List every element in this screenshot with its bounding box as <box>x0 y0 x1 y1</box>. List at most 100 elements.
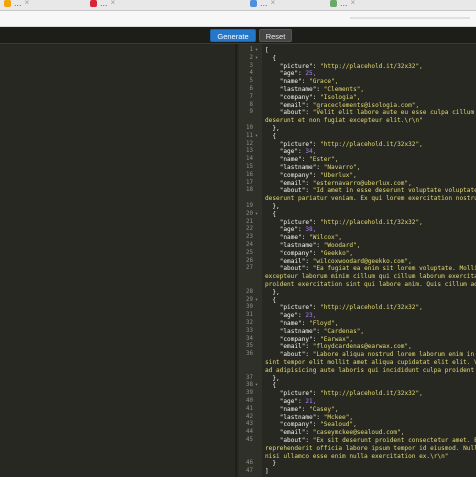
code-line: "company": "Isologia", <box>279 93 361 101</box>
tab-favicon-icon <box>4 0 11 7</box>
code-line: "picture": "http://placehold.it/32x32", <box>279 140 423 148</box>
close-icon[interactable]: × <box>271 0 276 10</box>
code-line: "about": "Id amet in esse deserunt volup… <box>279 187 476 195</box>
tab-title: ... <box>260 0 268 8</box>
code-line: "company": "Earwax", <box>279 335 354 343</box>
close-icon[interactable]: × <box>25 0 30 10</box>
line-number: 2 <box>249 54 254 61</box>
code-line: "lastname": "Cardenas", <box>279 327 365 335</box>
code-line: "about": "Labore aliqua nostrud lorem la… <box>279 351 476 359</box>
line-number: 6 <box>249 86 254 92</box>
generate-button[interactable]: Generate <box>210 29 256 42</box>
line-number: 30 <box>246 304 253 311</box>
line-number: 40 <box>246 398 253 404</box>
line-number: 9 <box>249 109 254 116</box>
code-line: "about": "Ex sit deserunt proident conse… <box>279 437 476 444</box>
line-number: 32 <box>246 320 253 326</box>
code-line: nisi ullamco esse enim nulla exercitatio… <box>265 452 449 460</box>
close-icon[interactable]: × <box>111 0 116 10</box>
line-number: 31 <box>246 312 253 319</box>
reset-button[interactable]: Reset <box>259 29 292 42</box>
line-number: 28 <box>246 288 253 295</box>
line-number: 29 <box>246 296 253 303</box>
code-line: "lastname": "Woodard", <box>279 242 361 249</box>
code-line: "age": 25, <box>279 70 317 78</box>
line-number: 41 <box>246 405 253 412</box>
fold-toggle-icon[interactable]: ▾ <box>255 382 258 390</box>
line-number: 26 <box>246 257 253 264</box>
code-line: sint tempor elit mollit amet aliqua cupi… <box>265 359 476 366</box>
code-line: ] <box>265 468 269 476</box>
code-line: }, <box>265 288 280 296</box>
browser-tab[interactable]: ... × <box>90 0 115 10</box>
code-line: "company": "Sealoud", <box>279 421 357 429</box>
line-number: 35 <box>246 343 253 350</box>
app-header: Generate Reset <box>0 27 476 44</box>
fold-toggle-icon[interactable]: ▾ <box>255 133 258 141</box>
code-line: "picture": "http://placehold.it/32x32", <box>279 304 423 312</box>
code-line: "age": 23, <box>279 312 317 320</box>
browser-tab[interactable]: ... × <box>250 0 275 10</box>
code-line: "name": "Wilcox", <box>279 234 343 242</box>
tab-title: ... <box>14 0 22 8</box>
code-line: "email": "caseymckee@sealoud.com", <box>279 429 405 437</box>
code-line: "email": "graceclements@isologia.com", <box>279 101 420 109</box>
line-number: 42 <box>246 413 253 420</box>
browser-tab-strip: ... × ... × ... × ... × <box>0 0 476 11</box>
fold-toggle-icon[interactable]: ▾ <box>255 297 258 305</box>
code-line: } <box>265 460 277 468</box>
code-line: ad adipisicing aute laboris qui incididu… <box>265 366 476 374</box>
code-line: "email": "floydcardenas@earwax.com", <box>279 343 412 351</box>
template-editor-pane[interactable] <box>0 44 237 477</box>
line-number: 22 <box>246 226 253 233</box>
tab-title: ... <box>340 0 348 8</box>
fold-toggle-icon[interactable]: ▾ <box>255 47 258 55</box>
browser-tab[interactable]: ... × <box>330 0 355 10</box>
code-line: { <box>265 210 277 218</box>
line-number: 13 <box>246 148 253 155</box>
fold-toggle-icon[interactable]: ▾ <box>255 55 258 63</box>
line-number: 21 <box>246 218 253 225</box>
line-number: 4 <box>249 70 254 77</box>
code-line: "name": "Ester", <box>279 156 339 164</box>
line-number: 24 <box>246 242 253 248</box>
line-number: 44 <box>246 429 253 436</box>
line-number: 8 <box>249 101 254 108</box>
output-editor-pane[interactable]: 1 ▾ 2 ▾ 3 4 5 6 7 8 9 10 11 ▾ 12 13 14 15 16 17 18 19 20 ▾ 21 22 2… <box>239 44 476 477</box>
code-line: "company": "Geekko", <box>279 249 354 257</box>
code-line: "picture": "http://placehold.it/32x32", <box>279 218 423 226</box>
browser-tab[interactable]: ... × <box>4 0 29 10</box>
line-number: 23 <box>246 234 253 241</box>
code-line: "picture": "http://placehold.it/32x32", <box>279 62 423 70</box>
code-line: "lastname": "Clements", <box>279 86 365 93</box>
line-number-gutter: 1 ▾ 2 ▾ 3 4 5 6 7 8 9 10 11 ▾ 12 13 14 15 16 17 18 19 20 ▾ 21 22 2… <box>239 44 262 477</box>
line-number: 27 <box>246 265 253 272</box>
code-line: deserunt et non fugiat excepteur elit.\r… <box>265 117 423 125</box>
code-line: "age": 34, <box>279 148 317 156</box>
line-number: 18 <box>246 187 253 194</box>
code-line: { <box>265 296 277 304</box>
code-line: "company": "Uberlux", <box>279 171 357 179</box>
code-line: "email": "esternavarro@uberlux.com", <box>279 179 412 187</box>
line-number: 17 <box>246 179 253 186</box>
line-number: 16 <box>246 171 253 178</box>
toolbar-divider <box>350 17 470 19</box>
code-line: "age": 21, <box>279 398 317 405</box>
tab-favicon-icon <box>250 0 257 7</box>
code-line: "email": "wilcoxwoodard@geekko.com", <box>279 257 412 265</box>
code-line: "name": "Casey", <box>279 405 339 413</box>
code-line: "lastname": "Navarro", <box>279 164 361 171</box>
fold-toggle-icon[interactable]: ▾ <box>255 211 258 219</box>
line-number: 20 <box>246 210 253 217</box>
code-line: { <box>265 132 277 140</box>
code-line: "about": "Velit elit labore aute eu esse… <box>279 109 476 117</box>
browser-toolbar <box>0 11 476 27</box>
line-number: 14 <box>246 156 253 163</box>
line-number: 12 <box>246 140 253 147</box>
line-number: 46 <box>246 460 253 467</box>
code-line: proident exercitation sint qui labore an… <box>265 281 476 288</box>
close-icon[interactable]: × <box>351 0 356 10</box>
line-number: 15 <box>246 164 253 170</box>
line-number: 1 <box>249 47 254 53</box>
tab-favicon-icon <box>330 0 337 7</box>
